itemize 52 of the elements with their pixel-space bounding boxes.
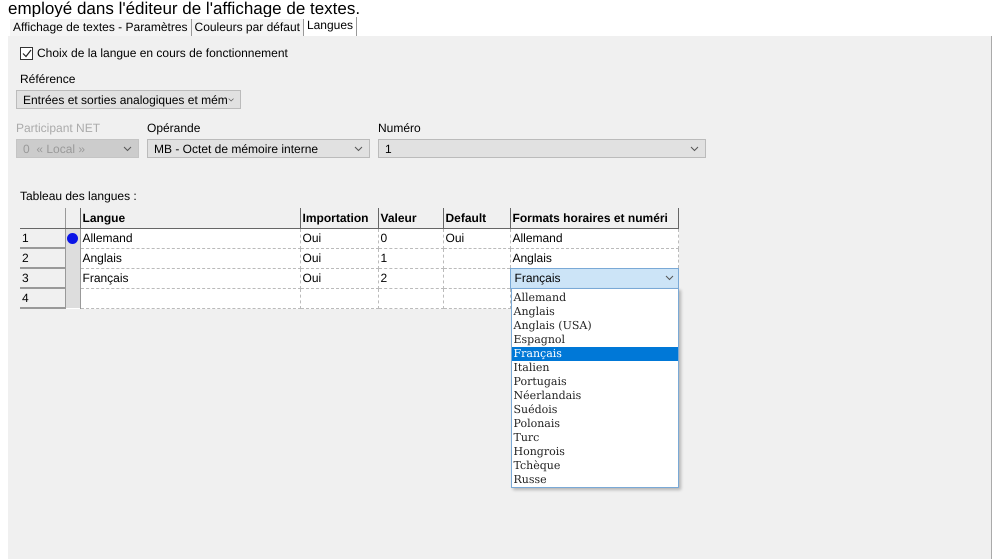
- dropdown-option[interactable]: Italien: [512, 360, 678, 374]
- column-header: Valeur: [378, 208, 443, 228]
- field-label: Participant NET: [16, 120, 102, 137]
- column-header: Importation: [300, 208, 378, 228]
- chevron-icon: [664, 275, 674, 281]
- dropdown[interactable]: 1: [378, 139, 706, 158]
- field-label: Référence: [20, 71, 76, 88]
- checkmark-icon: [22, 48, 32, 58]
- checkbox-label: Choix de la langue en cours de fonctionnement: [37, 45, 288, 62]
- dropdown-option[interactable]: Suédois: [512, 402, 678, 416]
- dropdown-option[interactable]: Français: [512, 346, 678, 360]
- column-header: Langue: [80, 208, 300, 228]
- dropdown-option[interactable]: Anglais (USA): [512, 318, 678, 332]
- tab[interactable]: Affichage de textes - Paramètres: [10, 19, 192, 36]
- table-cell: Anglais: [80, 248, 300, 268]
- table-cell: Oui: [443, 228, 510, 248]
- table-cell: Oui: [300, 268, 378, 288]
- reference-dropdown[interactable]: Entrées et sorties analogiques et mém: [16, 90, 241, 109]
- table-cell: Français: [80, 268, 300, 288]
- field-label: Numéro: [378, 120, 422, 137]
- column-header: Default: [443, 208, 510, 228]
- dropdown-option[interactable]: Hongrois: [512, 444, 678, 458]
- dropdown[interactable]: Français: [510, 269, 678, 287]
- chevron-icon: [690, 146, 699, 152]
- dropdown-option[interactable]: Tchèque: [512, 458, 678, 472]
- tab[interactable]: Couleurs par défaut: [192, 19, 304, 36]
- chevron-icon: [228, 96, 234, 102]
- chevron-icon: [354, 146, 363, 152]
- table-cell: Allemand: [510, 228, 678, 248]
- checkbox[interactable]: [20, 46, 33, 60]
- dropdown-option[interactable]: Turc: [512, 430, 678, 444]
- column-header: Formats horaires et numéri: [510, 208, 678, 228]
- row-number: 1: [20, 228, 65, 248]
- row-number: 4: [20, 288, 65, 308]
- field-label: Opérande: [147, 120, 202, 137]
- table-cell: 2: [378, 268, 443, 288]
- row-number: 3: [20, 268, 65, 288]
- dropdown-option[interactable]: Polonais: [512, 416, 678, 430]
- table-cell: 1: [378, 248, 443, 268]
- row-number: 2: [20, 248, 65, 268]
- table-title: Tableau des langues :: [20, 188, 138, 205]
- dropdown-option[interactable]: Néerlandais: [512, 388, 678, 402]
- chevron-icon: [123, 146, 132, 152]
- dropdown[interactable]: MB - Octet de mémoire interne: [147, 139, 370, 158]
- table-cell: 0: [378, 228, 443, 248]
- table-cell: Allemand: [80, 228, 300, 248]
- dropdown-option[interactable]: Espagnol: [512, 332, 678, 346]
- table-cell: Oui: [300, 228, 378, 248]
- dropdown-option[interactable]: Anglais: [512, 304, 678, 318]
- dropdown-option[interactable]: Portugais: [512, 374, 678, 388]
- dropdown-option[interactable]: Russe: [512, 472, 678, 486]
- table-cell: Oui: [300, 248, 378, 268]
